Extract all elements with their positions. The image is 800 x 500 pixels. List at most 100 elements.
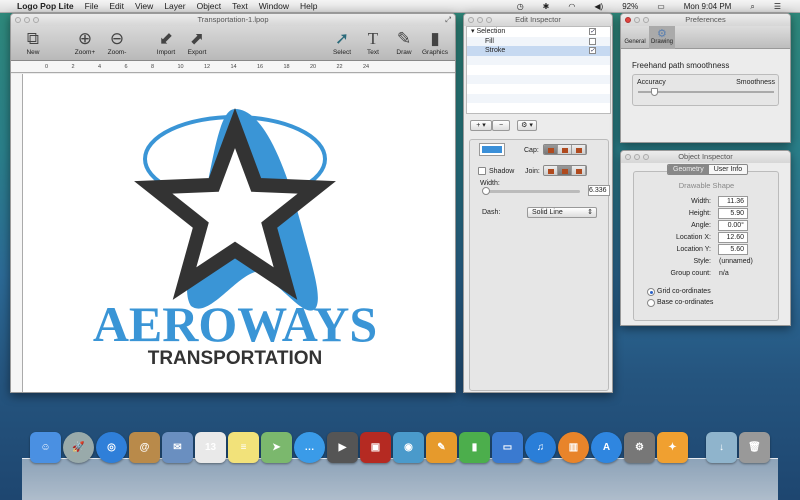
dock-trash-icon[interactable]: 🗑 [739, 432, 770, 463]
width-field[interactable]: 6.336 [588, 185, 610, 196]
select-tool[interactable]: ➚ Select [325, 29, 359, 56]
text-tool[interactable]: T Text [356, 29, 390, 56]
menu-layer[interactable]: Layer [164, 1, 185, 11]
dock-calendar-icon[interactable]: 13 [195, 432, 226, 463]
preferences-title: Preferences [685, 15, 726, 24]
zoom-in-button[interactable]: ⊕ Zoom+ [68, 29, 102, 56]
menu-app[interactable]: Logo Pop Lite [17, 1, 74, 11]
add-button[interactable]: + ▾ [470, 120, 492, 131]
dock-system-preferences-icon[interactable]: ⚙ [624, 432, 655, 463]
dock-ibooks-icon[interactable]: ▥ [558, 432, 589, 463]
dock-keynote-icon[interactable]: ▭ [492, 432, 523, 463]
dock-pages-icon[interactable]: ✎ [426, 432, 457, 463]
list-item-fill[interactable]: Fill [467, 36, 610, 46]
menu-file[interactable]: File [85, 1, 99, 11]
bluetooth-icon[interactable]: ✱ [543, 2, 550, 11]
dock-logo-pop-icon[interactable]: ✦ [657, 432, 688, 463]
dash-select[interactable]: Solid Line ⇕ [527, 207, 597, 218]
spotlight-icon[interactable]: ⌕ [750, 2, 754, 12]
logo-main-text[interactable]: AEROWAYS [93, 296, 377, 352]
menu-help[interactable]: Help [300, 1, 317, 11]
dock-itunes-icon[interactable]: ♫ [525, 432, 556, 463]
zoom-button[interactable] [643, 17, 649, 23]
title-bar[interactable]: Transportation-1.lpop ⤢ [11, 14, 455, 26]
zoom-out-button[interactable]: ⊖ Zoom- [100, 29, 134, 56]
horizontal-ruler[interactable]: 0 2 4 6 8 10 12 14 16 18 20 22 24 [11, 61, 455, 73]
logo-artwork[interactable]: AEROWAYS TRANSPORTATION [23, 74, 456, 392]
gear-menu-button[interactable]: ⚙ ▾ [517, 120, 537, 131]
field-input[interactable]: 5.90 [718, 208, 748, 219]
tab-general[interactable]: General [623, 26, 647, 45]
menu-object[interactable]: Object [197, 1, 222, 11]
remove-button[interactable]: − [492, 120, 510, 131]
vertical-ruler[interactable] [11, 74, 23, 392]
battery-status[interactable]: 92% [622, 2, 638, 11]
smoothness-slider[interactable] [638, 88, 774, 96]
wifi-icon[interactable]: ◠ [568, 2, 575, 11]
menu-edit[interactable]: Edit [109, 1, 124, 11]
list-item-selection[interactable]: ▾ Selection ✓ [467, 27, 610, 37]
dock-maps-icon[interactable]: ➤ [261, 432, 292, 463]
draw-tool[interactable]: ✎ Draw [387, 29, 421, 56]
dock-iphoto-icon[interactable]: ◉ [393, 432, 424, 463]
checkbox[interactable] [589, 37, 596, 45]
graphics-tool[interactable]: ▮ Graphics [418, 29, 452, 56]
dock-messages-icon[interactable]: … [294, 432, 325, 463]
field-input[interactable]: 5.60 [718, 244, 748, 255]
dock-downloads-icon[interactable]: ↓ [706, 432, 737, 463]
tab-geometry[interactable]: Geometry [668, 165, 709, 174]
minimize-button[interactable] [634, 17, 640, 23]
close-button[interactable] [468, 17, 474, 23]
minimize-button[interactable] [477, 17, 483, 23]
fullscreen-icon[interactable]: ⤢ [445, 14, 451, 26]
drawing-canvas[interactable]: AEROWAYS TRANSPORTATION [23, 74, 455, 392]
dock-app-store-icon[interactable]: A [591, 432, 622, 463]
dock-facetime-icon[interactable]: ▶ [327, 432, 358, 463]
tab-user-info[interactable]: User Info [708, 165, 748, 174]
dock-numbers-icon[interactable]: ▮ [459, 432, 490, 463]
join-selector[interactable] [543, 165, 587, 176]
new-button[interactable]: ⧉ New [16, 29, 50, 56]
logo-sub-text[interactable]: TRANSPORTATION [148, 348, 323, 369]
edit-inspector-title-bar[interactable]: Edit Inspector [464, 14, 612, 26]
base-coordinates-radio[interactable] [647, 299, 655, 307]
dock-safari-icon[interactable]: ◎ [96, 432, 127, 463]
checkbox[interactable]: ✓ [589, 28, 596, 35]
list-item-stroke[interactable]: Stroke ✓ [467, 46, 610, 56]
menu-window[interactable]: Window [259, 1, 289, 11]
battery-icon[interactable]: ▭ [657, 2, 665, 11]
dock-mail-icon[interactable]: ✉ [162, 432, 193, 463]
field-input[interactable]: 12.60 [718, 232, 748, 243]
shadow-checkbox[interactable] [478, 167, 486, 175]
dock-photo-booth-icon[interactable]: ▣ [360, 432, 391, 463]
clock[interactable]: Mon 9:04 PM [684, 2, 732, 11]
field-input[interactable]: 0.00° [718, 220, 748, 231]
menu-text[interactable]: Text [232, 1, 248, 11]
zoom-button[interactable] [486, 17, 492, 23]
volume-icon[interactable]: ◀) [594, 2, 603, 11]
close-button[interactable] [625, 154, 631, 160]
field-input[interactable]: 11.36 [718, 196, 748, 207]
minimize-button[interactable] [24, 17, 30, 23]
export-button[interactable]: ⬈ Export [180, 29, 214, 56]
preferences-title-bar[interactable]: Preferences [621, 14, 790, 26]
dock-finder-icon[interactable]: ☺ [30, 432, 61, 463]
time-machine-icon[interactable]: ◷ [517, 2, 524, 11]
minimize-button[interactable] [634, 154, 640, 160]
stroke-color-well[interactable] [479, 143, 505, 156]
zoom-button[interactable] [33, 17, 39, 23]
cap-selector[interactable] [543, 144, 587, 155]
dock-contacts-icon[interactable]: @ [129, 432, 160, 463]
import-button[interactable]: ⬋ Import [149, 29, 183, 56]
close-button[interactable] [15, 17, 21, 23]
dock-notes-icon[interactable]: ≡ [228, 432, 259, 463]
width-slider[interactable] [482, 187, 580, 195]
notification-center-icon[interactable]: ☰ [774, 2, 781, 11]
menu-view[interactable]: View [135, 1, 153, 11]
grid-coordinates-radio[interactable] [647, 288, 655, 296]
close-button[interactable] [625, 17, 631, 23]
dock-launchpad-icon[interactable]: 🚀 [63, 432, 94, 463]
zoom-button[interactable] [643, 154, 649, 160]
object-inspector-title-bar[interactable]: Object Inspector [621, 151, 790, 163]
checkbox[interactable]: ✓ [589, 47, 596, 54]
